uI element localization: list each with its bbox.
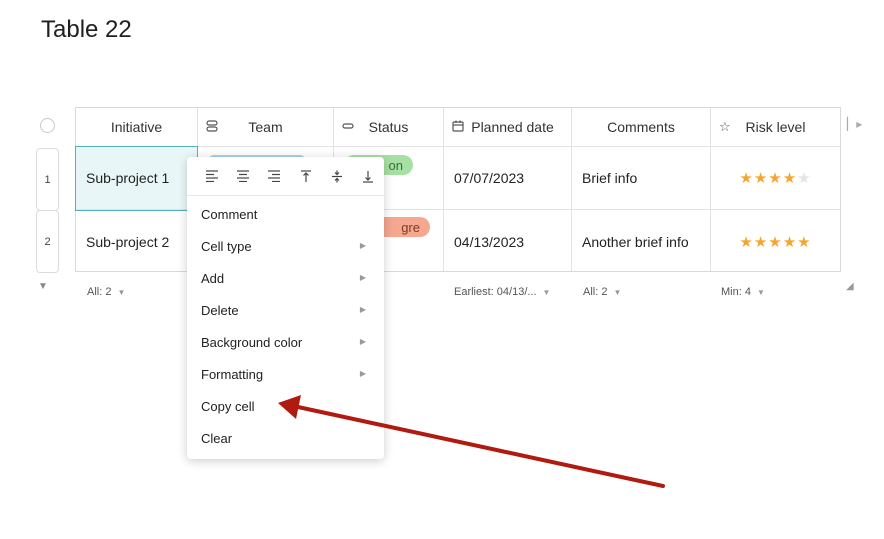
annotation-arrow xyxy=(278,395,665,488)
